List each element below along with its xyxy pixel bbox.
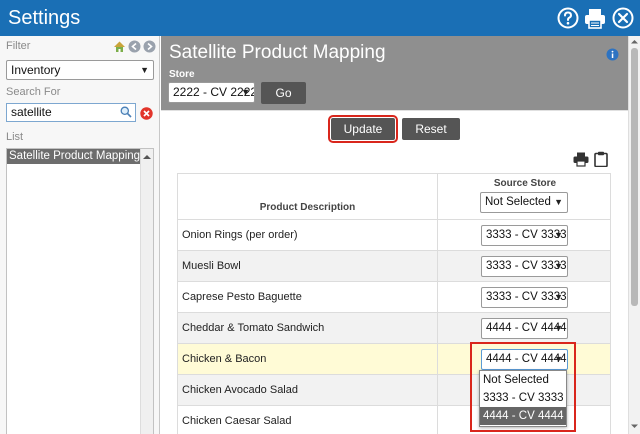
description-cell: Chicken & Bacon <box>178 344 438 374</box>
back-icon[interactable] <box>128 40 141 53</box>
column-header-description: Product Description <box>178 174 438 219</box>
product-description: Caprese Pesto Baguette <box>182 291 302 303</box>
description-cell: Chicken Caesar Salad <box>178 406 438 434</box>
print-icon[interactable] <box>584 7 606 29</box>
source-store-dropdown: Not Selected 3333 - CV 3333 4444 - CV 44… <box>479 370 567 427</box>
search-icon[interactable] <box>120 106 132 118</box>
dropdown-option-not-selected[interactable]: Not Selected <box>480 371 566 389</box>
table-row: Cheddar & Tomato Sandwich 4444 - CV 4444… <box>178 313 610 344</box>
reset-button[interactable]: Reset <box>402 118 460 140</box>
description-cell: Chicken Avocado Salad <box>178 375 438 405</box>
chevron-down-icon: ▼ <box>554 197 563 207</box>
chevron-down-icon: ▼ <box>554 323 563 333</box>
dropdown-option-4444[interactable]: 4444 - CV 4444 <box>480 407 566 425</box>
table-row: Muesli Bowl 3333 - CV 3333 ▼ <box>178 251 610 282</box>
printer-icon[interactable] <box>573 151 589 167</box>
chevron-down-icon: ▼ <box>140 65 149 75</box>
source-store-all-value: Not Selected <box>485 196 551 208</box>
description-cell: Cheddar & Tomato Sandwich <box>178 313 438 343</box>
page-title: Satellite Product Mapping <box>169 42 386 63</box>
scroll-up-icon[interactable] <box>629 37 640 46</box>
clear-icon[interactable] <box>140 107 153 120</box>
window-title: Settings <box>8 7 81 29</box>
chevron-down-icon: ▼ <box>241 87 250 97</box>
description-cell: Caprese Pesto Baguette <box>178 282 438 312</box>
filter-select-value: Inventory <box>11 63 61 77</box>
chevron-down-icon: ▼ <box>554 230 563 240</box>
update-button[interactable]: Update <box>328 115 398 143</box>
product-description: Muesli Bowl <box>182 260 241 272</box>
source-store-select[interactable]: 3333 - CV 3333 ▼ <box>481 225 568 246</box>
left-panel: Filter Inventory ▼ Search For satellite … <box>0 36 160 434</box>
table-row: Caprese Pesto Baguette 3333 - CV 3333 ▼ <box>178 282 610 313</box>
product-description: Chicken Avocado Salad <box>182 384 298 396</box>
list-label: List <box>6 131 24 143</box>
product-description: Cheddar & Tomato Sandwich <box>182 322 325 334</box>
dropdown-option-3333[interactable]: 3333 - CV 3333 <box>480 389 566 407</box>
scroll-down-icon[interactable] <box>629 422 640 431</box>
scrollbar-thumb[interactable] <box>631 48 638 306</box>
filter-select[interactable]: Inventory ▼ <box>6 60 154 80</box>
description-cell: Muesli Bowl <box>178 251 438 281</box>
store-select[interactable]: 2222 - CV 2222 ▼ <box>168 82 255 103</box>
source-store-select[interactable]: 3333 - CV 3333 ▼ <box>481 256 568 277</box>
chevron-down-icon: ▼ <box>554 354 563 364</box>
chevron-down-icon: ▼ <box>554 261 563 271</box>
close-icon[interactable] <box>612 7 634 29</box>
go-button[interactable]: Go <box>261 82 306 104</box>
product-description: Onion Rings (per order) <box>182 229 298 241</box>
source-store-select[interactable]: 3333 - CV 3333 ▼ <box>481 287 568 308</box>
description-cell: Onion Rings (per order) <box>178 220 438 250</box>
list-item[interactable]: Satellite Product Mapping <box>7 149 140 164</box>
help-icon[interactable] <box>557 7 579 29</box>
forward-icon[interactable] <box>143 40 156 53</box>
chevron-down-icon: ▼ <box>554 292 563 302</box>
store-label: Store <box>169 69 195 80</box>
clipboard-icon[interactable] <box>593 151 609 167</box>
filter-label: Filter <box>6 40 31 52</box>
product-description: Chicken Caesar Salad <box>182 415 292 427</box>
title-bar: Settings <box>0 0 640 36</box>
column-header-source-label: Source Store <box>493 178 557 189</box>
product-description: Chicken & Bacon <box>182 353 267 365</box>
search-label: Search For <box>6 86 61 98</box>
info-icon[interactable] <box>606 48 619 61</box>
table-header: Product Description Source Store Not Sel… <box>178 174 610 220</box>
table-row: Onion Rings (per order) 3333 - CV 3333 ▼ <box>178 220 610 251</box>
scroll-up-icon[interactable] <box>141 152 153 162</box>
source-store-select[interactable]: 4444 - CV 4444 ▼ <box>481 318 568 339</box>
search-input-value: satellite <box>11 105 52 119</box>
source-store-select-open[interactable]: 4444 - CV 4444 ▼ <box>481 349 568 370</box>
search-input[interactable]: satellite <box>6 103 136 122</box>
home-icon[interactable] <box>113 40 126 53</box>
settings-list: Satellite Product Mapping <box>6 148 154 434</box>
page-header: Satellite Product Mapping Store 2222 - C… <box>161 36 628 110</box>
main-scrollbar[interactable] <box>628 36 640 434</box>
source-store-all-select[interactable]: Not Selected ▼ <box>480 192 568 213</box>
list-scrollbar[interactable] <box>140 149 153 434</box>
